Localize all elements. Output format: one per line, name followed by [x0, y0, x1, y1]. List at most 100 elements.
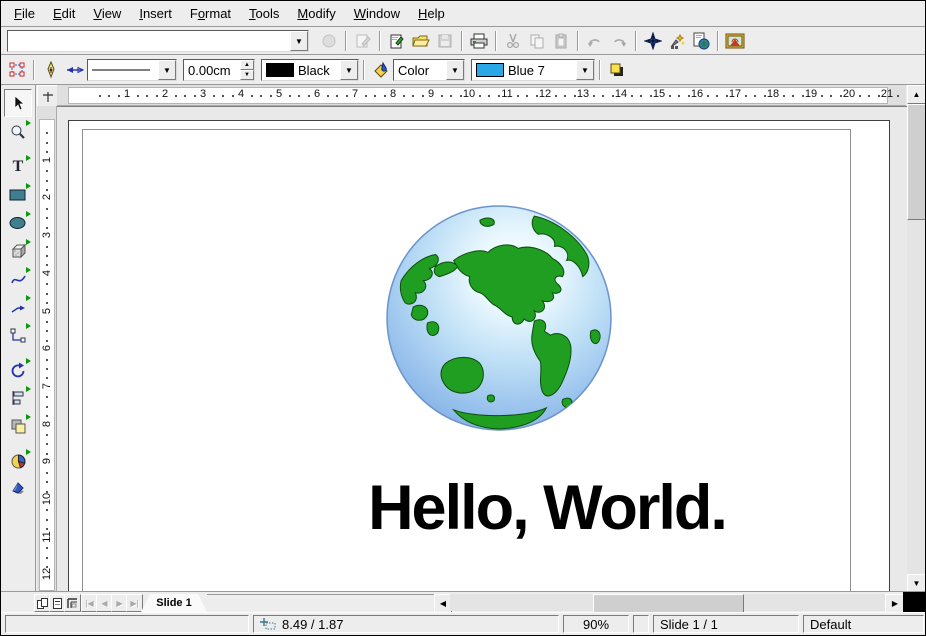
menu-tools[interactable]: Tools — [240, 3, 288, 24]
stop-icon[interactable] — [317, 29, 341, 53]
alignment-tool[interactable] — [5, 385, 31, 411]
flyout-indicator — [26, 183, 31, 189]
line-style-combo[interactable]: ▼ — [87, 59, 177, 81]
separator — [363, 60, 365, 80]
ruler-origin-button[interactable] — [37, 85, 59, 108]
redo-icon[interactable] — [607, 29, 631, 53]
drawing-canvas[interactable]: Hello, World. — [57, 106, 907, 591]
ruler-label: 2 — [158, 88, 172, 100]
layer-view-button[interactable] — [64, 594, 81, 612]
connector-tool[interactable] — [5, 322, 31, 348]
window-corner — [903, 592, 926, 613]
shadow-icon[interactable] — [605, 58, 629, 82]
horizontal-ruler[interactable]: 123456789101112131415161718192021 — [57, 85, 906, 106]
open-icon[interactable] — [409, 29, 433, 53]
navigator-icon[interactable] — [641, 29, 665, 53]
hyperlink-icon[interactable] — [689, 29, 713, 53]
insert-tool[interactable] — [5, 448, 31, 474]
scroll-right-button[interactable]: ▶ — [885, 594, 905, 613]
curve-tool[interactable] — [5, 266, 31, 292]
line-color-combo[interactable]: Black ▼ — [261, 59, 359, 81]
save-icon[interactable] — [433, 29, 457, 53]
rectangle-tool[interactable] — [5, 182, 31, 208]
line-width-down-button[interactable]: ▼ — [240, 70, 254, 80]
fill-type-combo[interactable]: Color ▼ — [393, 59, 465, 81]
flyout-indicator — [26, 358, 31, 364]
ruler-label: 8 — [41, 417, 53, 431]
separator — [717, 31, 719, 51]
menu-file[interactable]: File — [5, 3, 44, 24]
copy-icon[interactable] — [525, 29, 549, 53]
rotate-tool[interactable] — [5, 357, 31, 383]
lines-arrows-tool[interactable] — [5, 294, 31, 320]
slide-indicator: Slide 1 / 1 — [660, 617, 718, 632]
scroll-up-button[interactable]: ▲ — [907, 85, 926, 104]
object-bar: ▼ 0.00cm ▲ ▼ Black ▼ Color ▼ — [1, 56, 925, 85]
slide-tab[interactable]: Slide 1 — [141, 594, 207, 612]
new-document-icon[interactable] — [385, 29, 409, 53]
effects-tool[interactable] — [5, 476, 31, 502]
line-width-spinner[interactable]: 0.00cm ▲ ▼ — [183, 59, 255, 81]
line-style-dropdown-button[interactable]: ▼ — [158, 60, 176, 80]
separator — [495, 31, 497, 51]
separator — [345, 31, 347, 51]
menu-insert[interactable]: Insert — [130, 3, 181, 24]
status-slide-field: Slide 1 / 1 — [653, 615, 799, 633]
fill-color-combo[interactable]: Blue 7 ▼ — [471, 59, 595, 81]
fill-color-dropdown-button[interactable]: ▼ — [576, 60, 594, 80]
paste-icon[interactable] — [549, 29, 573, 53]
line-color-dropdown-button[interactable]: ▼ — [340, 60, 358, 80]
line-color-swatch — [266, 63, 294, 77]
fill-type-dropdown-button[interactable]: ▼ — [446, 60, 464, 80]
gallery-icon[interactable] — [723, 29, 747, 53]
ruler-label: 20 — [842, 88, 856, 100]
url-dropdown-button[interactable]: ▼ — [290, 31, 308, 51]
last-page-button[interactable]: ▶| — [126, 594, 143, 612]
vertical-scroll-thumb[interactable] — [907, 104, 926, 220]
status-info-field — [5, 615, 249, 633]
menu-modify[interactable]: Modify — [288, 3, 344, 24]
globe-image[interactable] — [383, 202, 615, 434]
vertical-ruler[interactable]: 123456789101112 — [37, 106, 57, 591]
menu-window[interactable]: Window — [345, 3, 409, 24]
flyout-indicator — [26, 323, 31, 329]
vertical-scrollbar[interactable]: ▲ ▼ — [907, 85, 926, 591]
edit-points-icon[interactable] — [5, 58, 29, 82]
status-bar: 8.49 / 1.87 90% Slide 1 / 1 Default — [1, 612, 925, 636]
slide-title-text[interactable]: Hello, World. — [217, 472, 877, 544]
menu-view[interactable]: View — [84, 3, 130, 24]
status-zoom-field[interactable]: 90% — [563, 615, 629, 633]
fill-color-swatch — [476, 63, 504, 77]
cut-icon[interactable] — [501, 29, 525, 53]
ruler-label: 3 — [196, 88, 210, 100]
ellipse-tool[interactable] — [5, 210, 31, 236]
edit-file-icon[interactable] — [351, 29, 375, 53]
ruler-label: 6 — [310, 88, 324, 100]
master-view-icon — [53, 598, 62, 609]
arrange-tool[interactable] — [5, 413, 31, 439]
menu-format[interactable]: Format — [181, 3, 240, 24]
menu-bar: FileEditViewInsertFormatToolsModifyWindo… — [1, 1, 925, 27]
3d-objects-tool[interactable] — [5, 238, 31, 264]
area-fill-icon[interactable] — [369, 58, 393, 82]
menu-edit[interactable]: Edit — [44, 3, 84, 24]
zoom-tool[interactable] — [5, 119, 31, 145]
horizontal-scrollbar[interactable] — [450, 594, 885, 611]
undo-icon[interactable] — [583, 29, 607, 53]
print-icon[interactable] — [467, 29, 491, 53]
horizontal-scroll-thumb[interactable] — [593, 594, 744, 613]
flyout-indicator — [26, 295, 31, 301]
url-combo[interactable]: ▼ — [7, 30, 309, 52]
menu-help[interactable]: Help — [409, 3, 454, 24]
text-tool[interactable]: T — [5, 154, 31, 180]
flyout-indicator — [26, 449, 31, 455]
status-style-field[interactable]: Default — [803, 615, 924, 633]
line-style-preview — [92, 67, 150, 73]
ruler-label: 9 — [41, 454, 53, 468]
autopilot-icon[interactable] — [665, 29, 689, 53]
pen-icon[interactable] — [39, 58, 63, 82]
ruler-label: 12 — [41, 567, 53, 581]
select-tool[interactable] — [4, 89, 32, 117]
line-width-up-button[interactable]: ▲ — [240, 60, 254, 70]
arrow-style-icon[interactable] — [63, 58, 87, 82]
